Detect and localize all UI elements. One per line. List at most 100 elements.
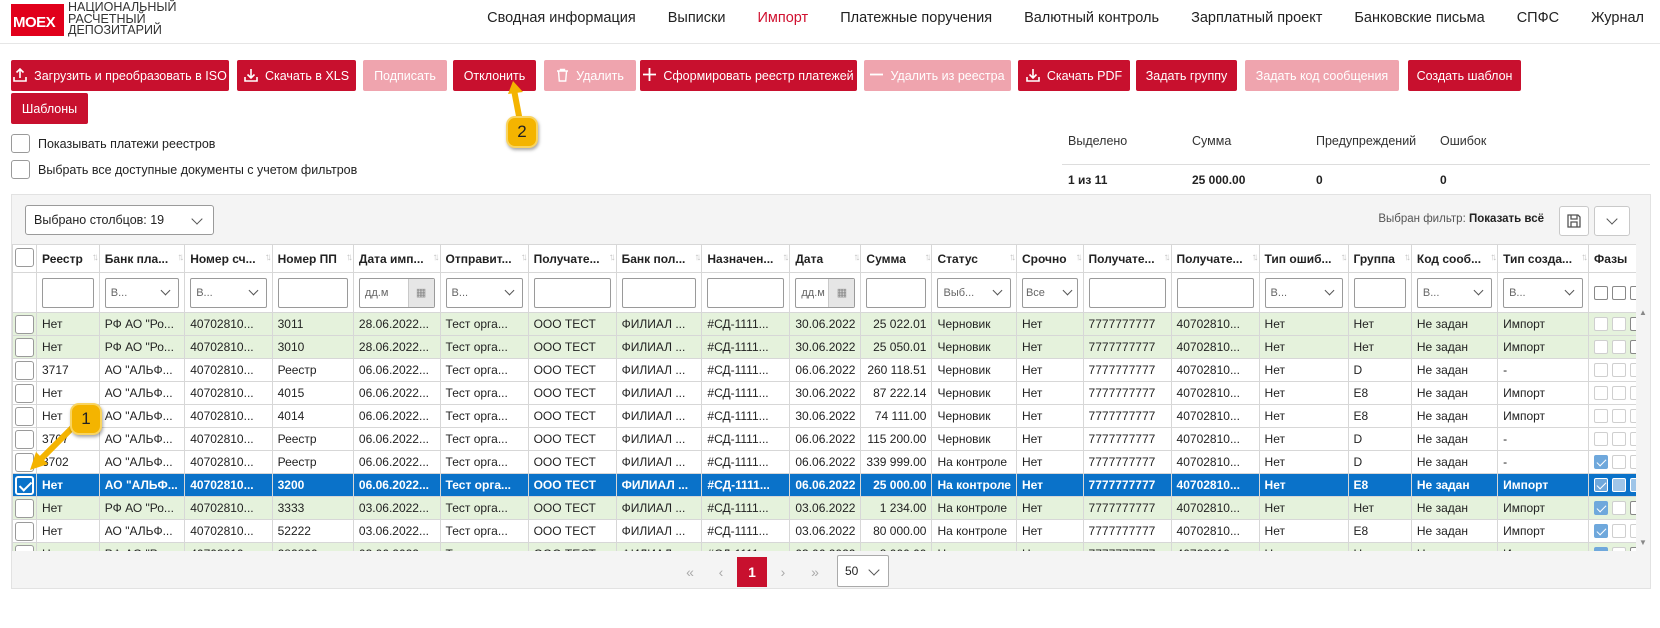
filter-sender-select[interactable]: В...	[445, 277, 523, 308]
create-template-button[interactable]: Создать шаблон	[1408, 60, 1521, 91]
filter-create-type-select[interactable]: В...	[1503, 277, 1584, 308]
row-select-cell[interactable]	[12, 519, 37, 543]
col-header-date[interactable]: Дата ↑↓	[789, 244, 862, 273]
header-select-checkbox[interactable]	[15, 247, 34, 267]
column-selector[interactable]: Выбрано столбцов: 19	[25, 205, 214, 235]
nav-item-salary-project[interactable]: Зарплатный проект	[1175, 10, 1338, 26]
nav-item-currency-control[interactable]: Валютный контроль	[1008, 10, 1175, 26]
col-header-payer-bank[interactable]: Банк пла... ↑↓	[98, 244, 186, 273]
col-header-recipient-bank[interactable]: Банк пол... ↑↓	[615, 244, 703, 273]
col-header-create-type[interactable]: Тип созда... ↑↓	[1497, 244, 1590, 273]
col-header-sender[interactable]: Отправит... ↑↓	[439, 244, 529, 273]
filter-recipient-inn-input[interactable]	[1088, 277, 1166, 308]
table-row[interactable]: НетРФ АО "Ро...40702810...28280003.06.20…	[12, 542, 1636, 551]
remove-from-registry-button[interactable]: Удалить из реестра	[864, 60, 1011, 91]
nav-item-journal[interactable]: Журнал	[1575, 10, 1660, 26]
next-page-button[interactable]: ›	[768, 557, 798, 587]
table-row[interactable]: 3702 АО "АЛЬФ... 40702810... Реестр 06.06.20…	[12, 450, 1636, 474]
filter-menu-button[interactable]	[1594, 206, 1630, 236]
header-select-all[interactable]	[12, 244, 37, 273]
col-header-error-type[interactable]: Тип ошиб... ↑↓	[1258, 244, 1349, 273]
table-row[interactable]: 3717 АО "АЛЬФ... 40702810... Реестр 06.06.20…	[12, 358, 1636, 382]
nav-item-payment-orders[interactable]: Платежные поручения	[824, 10, 1008, 26]
current-page-button[interactable]: 1	[737, 557, 767, 587]
calendar-icon[interactable]: ▦	[407, 278, 434, 307]
col-header-recipient[interactable]: Получате... ↑↓	[527, 244, 617, 273]
save-filter-button[interactable]	[1559, 206, 1589, 236]
row-checkbox[interactable]	[15, 522, 34, 541]
filter-recipient-input[interactable]	[533, 277, 611, 308]
col-header-recipient-account[interactable]: Получате... ↑↓	[1170, 244, 1260, 273]
nav-item-summary[interactable]: Сводная информация	[471, 10, 652, 26]
filter-message-code-select[interactable]: В...	[1416, 277, 1493, 308]
col-header-amount[interactable]: Сумма ↑↓	[860, 244, 933, 273]
nav-item-statements[interactable]: Выписки	[652, 10, 742, 26]
delete-button[interactable]: Удалить	[544, 60, 636, 91]
phase-filter-checkbox[interactable]	[1594, 285, 1609, 300]
templates-button[interactable]: Шаблоны	[11, 93, 88, 124]
select-all-option[interactable]: Выбрать все доступные документы с учетом…	[11, 160, 357, 179]
sign-button[interactable]: Подписать	[363, 60, 447, 91]
row-checkbox[interactable]	[15, 499, 34, 518]
filter-payer-bank-select[interactable]: В...	[104, 277, 180, 308]
col-header-registry[interactable]: Реестр ↑↓	[36, 244, 100, 273]
table-row[interactable]: Нет АО "АЛЬФ... 40702810... 4015 06.06.2022.…	[12, 381, 1636, 405]
filter-import-date-input[interactable]: дд.м ▦	[358, 277, 435, 308]
row-select-cell[interactable]	[12, 335, 37, 359]
upload-convert-button[interactable]: Загрузить и преобразовать в ISO	[11, 60, 229, 91]
grid-scrollbar[interactable]: ▲ ▼	[1636, 244, 1650, 551]
select-all-checkbox[interactable]	[11, 160, 30, 179]
row-select-cell[interactable]	[12, 542, 37, 551]
row-select-cell[interactable]	[12, 358, 37, 382]
col-header-purpose[interactable]: Назначен... ↑↓	[701, 244, 791, 273]
table-row[interactable]: Нет АО "АЛЬФ... 40702810... 52222 03.06.2022…	[12, 519, 1636, 543]
last-page-button[interactable]: »	[800, 557, 830, 587]
col-header-message-code[interactable]: Код сооб... ↑↓	[1410, 244, 1499, 273]
row-checkbox[interactable]	[15, 384, 34, 403]
row-checkbox[interactable]	[15, 361, 34, 380]
filter-error-type-select[interactable]: В...	[1264, 277, 1343, 308]
row-checkbox[interactable]	[15, 545, 34, 551]
filter-account-select[interactable]: В...	[190, 277, 267, 308]
scroll-up-icon[interactable]: ▲	[1639, 308, 1647, 317]
filter-amount-input[interactable]	[866, 277, 927, 308]
show-registry-checkbox[interactable]	[11, 134, 30, 153]
scroll-down-icon[interactable]: ▼	[1639, 538, 1647, 547]
page-size-select[interactable]: 50	[837, 555, 889, 587]
calendar-icon[interactable]: ▦	[828, 278, 855, 307]
table-row[interactable]: Нет АО "АЛЬФ... 40702810... 4014 06.06.2022.…	[12, 404, 1636, 428]
prev-page-button[interactable]: ‹	[706, 557, 736, 587]
nav-item-spfs[interactable]: СПФС	[1501, 10, 1575, 26]
form-registry-button[interactable]: Сформировать реестр платежей	[640, 60, 857, 91]
row-select-cell[interactable]	[12, 496, 37, 520]
col-header-status[interactable]: Статус ↑↓	[931, 244, 1017, 273]
col-header-group[interactable]: Группа ↑↓	[1347, 244, 1412, 273]
row-select-cell[interactable]	[12, 381, 37, 405]
filter-group-input[interactable]	[1353, 277, 1406, 308]
nav-item-bank-letters[interactable]: Банковские письма	[1338, 10, 1500, 26]
col-header-import-date[interactable]: Дата имп... ↑↓	[352, 244, 441, 273]
filter-registry-input[interactable]	[42, 277, 94, 308]
filter-urgent-select[interactable]: Все	[1021, 277, 1078, 308]
filter-recipient-account-input[interactable]	[1176, 277, 1254, 308]
filter-recipient-bank-input[interactable]	[621, 277, 697, 308]
first-page-button[interactable]: «	[675, 557, 705, 587]
filter-status-select[interactable]: Выб...	[937, 277, 1011, 308]
download-xls-button[interactable]: Скачать в XLS	[237, 60, 356, 91]
col-header-account[interactable]: Номер сч... ↑↓	[184, 244, 273, 273]
moex-logo[interactable]: MOEX НАЦИОНАЛЬНЫЙ РАСЧЕТНЫЙ ДЕПОЗИТАРИЙ	[11, 1, 176, 38]
table-row[interactable]: Нет АО "АЛЬФ... 40702810... 3200 06.06.2022.…	[12, 473, 1636, 497]
row-select-cell[interactable]	[12, 312, 37, 336]
table-row[interactable]: Нет РФ АО "Ро... 40702810... 3333 03.06.2022…	[12, 496, 1636, 520]
row-checkbox[interactable]	[15, 338, 34, 357]
row-checkbox[interactable]	[15, 315, 34, 334]
phase-filter-checkbox[interactable]	[1612, 285, 1627, 300]
filter-purpose-input[interactable]	[707, 277, 785, 308]
col-header-pp-number[interactable]: Номер ПП ↑↓	[271, 244, 354, 273]
col-header-urgent[interactable]: Срочно ↑↓	[1015, 244, 1084, 273]
col-header-phases[interactable]: Фазы	[1588, 244, 1636, 273]
download-pdf-button[interactable]: Скачать PDF	[1018, 60, 1130, 91]
set-group-button[interactable]: Задать группу	[1136, 60, 1237, 91]
filter-pp-number-input[interactable]	[277, 277, 348, 308]
set-message-code-button[interactable]: Задать код сообщения	[1245, 60, 1399, 91]
